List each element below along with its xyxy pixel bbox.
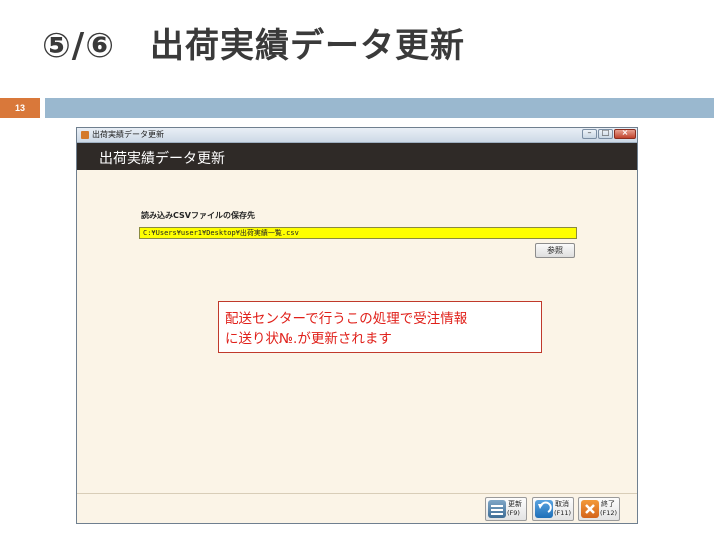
- window-titlebar[interactable]: 出荷実績データ更新 – □ ×: [77, 128, 637, 143]
- undo-icon: [535, 500, 553, 518]
- footer-divider: [77, 493, 637, 494]
- app-header: 出荷実績データ更新: [77, 143, 637, 170]
- maximize-button[interactable]: □: [598, 128, 613, 139]
- update-label: 更新: [508, 500, 522, 508]
- exit-shortcut: (F12): [600, 509, 618, 517]
- minimize-icon: –: [587, 128, 592, 137]
- exit-label: 終了: [601, 500, 615, 508]
- update-button[interactable]: 更新 (F9): [485, 497, 527, 521]
- slide-title: ⑤/⑥ 出荷実績データ更新: [42, 26, 465, 66]
- update-icon: [488, 500, 506, 518]
- page-number-badge: 13: [0, 98, 40, 118]
- browse-button[interactable]: 参照: [535, 243, 575, 258]
- csv-path-input[interactable]: C:¥Users¥user1¥Desktop¥出荷実績一覧.csv: [139, 227, 577, 239]
- cancel-shortcut: (F11): [554, 509, 572, 517]
- cancel-label: 取消: [555, 500, 569, 508]
- update-shortcut: (F9): [507, 509, 520, 517]
- annotation-line-1: 配送センターで行うこの処理で受注情報: [225, 311, 468, 327]
- app-window: 出荷実績データ更新 – □ × 出荷実績データ更新 読み込みCSVファイルの保存…: [76, 127, 638, 524]
- app-icon: [81, 131, 89, 139]
- minimize-button[interactable]: –: [582, 128, 597, 139]
- cancel-button[interactable]: 取消 (F11): [532, 497, 574, 521]
- annotation-callout: 配送センターで行うこの処理で受注情報 に送り状№.が更新されます: [218, 301, 542, 353]
- close-icon: [581, 500, 599, 518]
- slide-header-bar: [45, 98, 714, 118]
- csv-path-label: 読み込みCSVファイルの保存先: [141, 211, 255, 220]
- annotation-line-2: に送り状№.が更新されます: [225, 331, 392, 347]
- window-title: 出荷実績データ更新: [92, 130, 164, 139]
- maximize-icon: □: [601, 128, 610, 137]
- screen-title: 出荷実績データ更新: [99, 151, 225, 167]
- exit-button[interactable]: 終了 (F12): [578, 497, 620, 521]
- close-icon: ×: [621, 128, 629, 137]
- close-window-button[interactable]: ×: [614, 128, 636, 139]
